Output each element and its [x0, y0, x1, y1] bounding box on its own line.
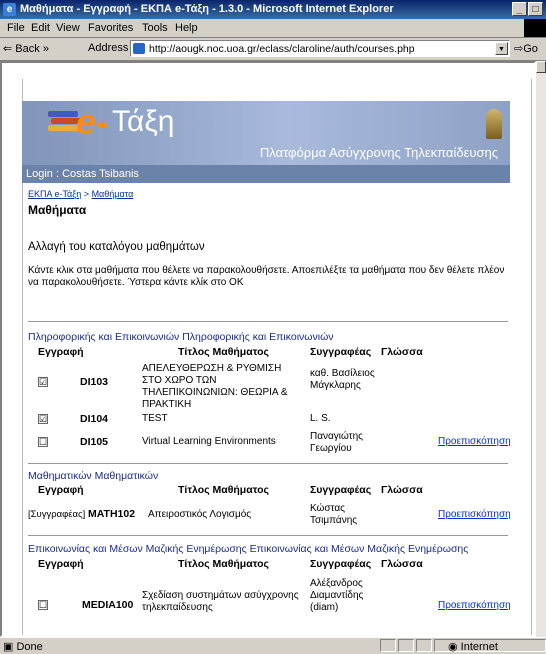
section-title: Μαθηματικών Μαθηματικών — [28, 470, 159, 482]
back-arrow-icon: ⇐ — [3, 43, 13, 55]
back-button[interactable]: ⇐ Back » — [3, 42, 49, 55]
status-bar: ▣ Done ◉ Internet — [0, 637, 546, 654]
preview-link[interactable]: Προεπισκόπηση — [438, 436, 511, 447]
course-author: καθ. Βασίλειος Μάγκλαρης — [310, 368, 375, 391]
section-title: Επικοινωνίας και Μέσων Μαζικής Ενημέρωση… — [28, 543, 469, 555]
col-author: Συγγραφέας — [310, 346, 372, 358]
logo-taxi: Τάξη — [112, 105, 175, 138]
course-code: DI105 — [80, 436, 109, 448]
course-code: DI103 — [80, 376, 109, 388]
logo-e: e- — [76, 101, 109, 142]
course-title: Virtual Learning Environments — [142, 436, 276, 447]
change-catalog-label: Αλλαγή του καταλόγου μαθημάτων — [28, 241, 205, 253]
minimize-button[interactable]: _ — [512, 2, 527, 16]
menu-view[interactable]: View — [56, 22, 80, 34]
address-label: Address — [88, 42, 129, 54]
course-code: DI104 — [80, 413, 109, 425]
col-enroll: Εγγραφή — [38, 484, 84, 496]
enroll-checkbox-di104[interactable]: ☑ — [38, 414, 48, 424]
col-title: Τίτλος Μαθήματος — [178, 558, 269, 570]
col-author: Συγγραφέας — [310, 484, 372, 496]
course-author: L. S. — [310, 413, 331, 424]
status-done: ▣ Done — [3, 641, 43, 653]
col-lang: Γλώσσα — [381, 558, 423, 570]
eclass-banner: e- Τάξη Πλατφόρμα Ασύγχρονης Τηλεκπαίδευ… — [22, 101, 510, 165]
globe-icon: ◉ — [448, 641, 458, 653]
col-enroll: Εγγραφή — [38, 558, 84, 570]
status-zone: ◉ Internet — [448, 641, 498, 653]
course-author: Παναγιώτης Γεωργίου — [310, 431, 364, 454]
section-divider — [28, 321, 508, 322]
course-title: Απειροστικός Λογισμός — [148, 509, 252, 520]
instructions-text: Κάντε κλικ στα μαθήματα που θέλετε να πα… — [28, 265, 505, 288]
maximize-button[interactable]: □ — [528, 2, 543, 16]
status-segment — [380, 639, 396, 652]
menu-edit[interactable]: Edit — [31, 22, 50, 34]
vertical-scrollbar[interactable] — [536, 61, 546, 637]
address-dropdown-button[interactable]: ▼ — [495, 42, 508, 55]
window-title: Μαθήματα - Εγγραφή - ΕΚΠΑ e-Τάξη - 1.3.0… — [20, 3, 394, 15]
col-title: Τίτλος Μαθήματος — [178, 346, 269, 358]
author-role-label: [Συγγραφέας] — [28, 509, 86, 520]
preview-link[interactable]: Προεπισκόπηση — [438, 509, 511, 520]
statue-logo-icon — [486, 109, 502, 139]
breadcrumb-home[interactable]: ΕΚΠΑ e-Τάξη — [28, 189, 81, 199]
page-done-icon: ▣ — [3, 641, 14, 653]
menu-tools[interactable]: Tools — [142, 22, 168, 34]
ie-icon: e — [3, 3, 16, 16]
course-title: TEST — [142, 413, 168, 424]
section-divider — [28, 463, 508, 464]
page-icon — [133, 43, 145, 54]
address-url: http://aougk.noc.uoa.gr/eclass/claroline… — [149, 43, 415, 55]
col-lang: Γλώσσα — [381, 484, 423, 496]
go-button[interactable]: ⇨Go — [514, 42, 538, 55]
address-input[interactable]: http://aougk.noc.uoa.gr/eclass/claroline… — [130, 40, 510, 57]
scroll-up-arrow[interactable] — [536, 61, 546, 73]
go-arrow-icon: ⇨ — [514, 43, 524, 55]
course-code: MEDIA100 — [82, 599, 134, 611]
course-title: Σχεδίαση συστημάτων ασύγχρονης τηλεκπαίδ… — [142, 590, 299, 613]
col-enroll: Εγγραφή — [38, 346, 84, 358]
section-title: Πληροφορικής και Επικοινωνιών Πληροφορικ… — [28, 331, 334, 343]
col-title: Τίτλος Μαθήματος — [178, 484, 269, 496]
login-bar: Login : Costas Tsibanis — [22, 165, 510, 183]
windows-logo-icon — [524, 19, 546, 37]
breadcrumb-current[interactable]: Μαθήματα — [92, 189, 134, 199]
course-author: Αλέξανδρος Διαμαντίδης (diam) — [310, 578, 364, 613]
col-author: Συγγραφέας — [310, 558, 372, 570]
login-label: Login : Costas Tsibanis — [26, 168, 139, 180]
menu-help[interactable]: Help — [175, 22, 198, 34]
course-title: ΑΠΕΛΕΥΘΕΡΩΣΗ & ΡΥΘΜΙΣΗ ΣΤΟ ΧΩΡΟ ΤΩΝ ΤΗΛΕ… — [142, 363, 288, 410]
status-segment — [398, 639, 414, 652]
section-divider — [28, 535, 508, 536]
page-title: Μαθήματα — [28, 203, 87, 217]
col-lang: Γλώσσα — [381, 346, 423, 358]
preview-link[interactable]: Προεπισκόπηση — [438, 600, 511, 611]
breadcrumb: ΕΚΠΑ e-Τάξη > Μαθήματα — [28, 189, 134, 199]
window-titlebar: e Μαθήματα - Εγγραφή - ΕΚΠΑ e-Τάξη - 1.3… — [0, 0, 546, 19]
menu-file[interactable]: File — [7, 22, 25, 34]
enroll-checkbox-di105[interactable]: ☐ — [38, 437, 48, 447]
enroll-checkbox-di103[interactable]: ☑ — [38, 377, 48, 387]
platform-title: Πλατφόρμα Ασύγχρονης Τηλεκπαίδευσης — [259, 145, 498, 160]
menu-favorites[interactable]: Favorites — [88, 22, 133, 34]
address-toolbar: ⇐ Back » Address http://aougk.noc.uoa.gr… — [0, 38, 546, 61]
menu-bar: File Edit View Favorites Tools Help — [0, 19, 546, 38]
status-segment — [416, 639, 432, 652]
course-author: Κώστας Τσιμπάνης — [310, 503, 358, 526]
enroll-checkbox-media100[interactable]: ☐ — [38, 600, 48, 610]
toolbar-more[interactable]: » — [43, 43, 49, 55]
browser-viewport: e- Τάξη Πλατφόρμα Ασύγχρονης Τηλεκπαίδευ… — [0, 61, 536, 637]
course-code: MATH102 — [88, 508, 136, 520]
